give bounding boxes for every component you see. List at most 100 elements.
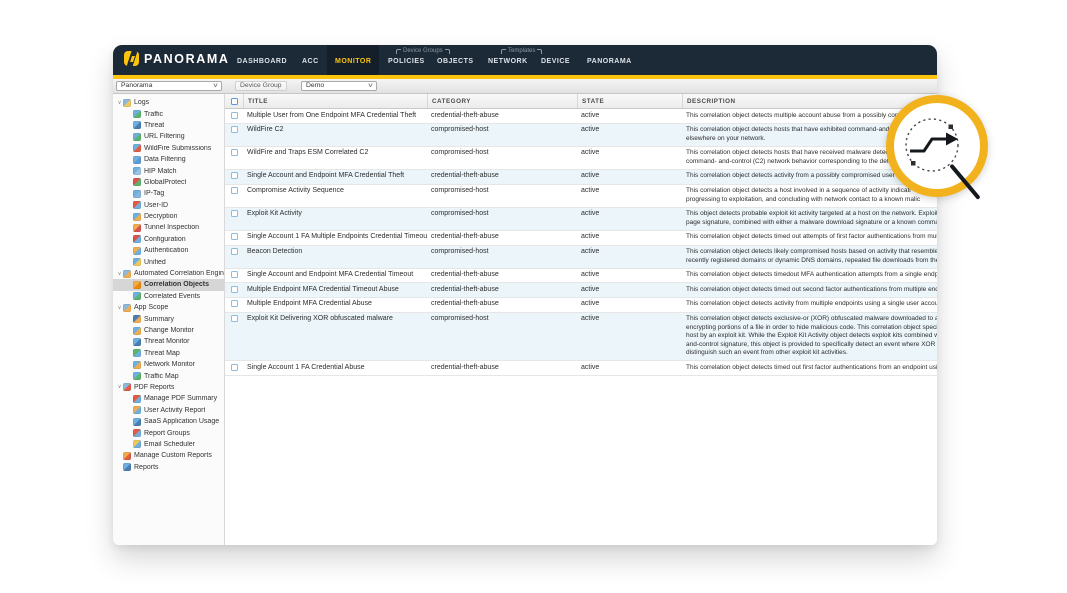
- sidebar-item-decryption[interactable]: Decryption: [113, 211, 224, 222]
- sidebar-item-hip-match[interactable]: HIP Match: [113, 165, 224, 176]
- sidebar-item-summary[interactable]: Summary: [113, 313, 224, 324]
- row-checkbox[interactable]: [231, 271, 238, 278]
- sidebar-item-ip-tag[interactable]: IP-Tag: [113, 188, 224, 199]
- tab-device[interactable]: DEVICE: [541, 58, 570, 65]
- bracket-left: [396, 49, 401, 54]
- device-group-select[interactable]: Demo v: [301, 81, 377, 91]
- sidebar-item-manage-custom-reports[interactable]: Manage Custom Reports: [113, 450, 224, 461]
- sidebar-item-label: Traffic Map: [144, 373, 179, 380]
- sidebar-item-label: HIP Match: [144, 168, 177, 175]
- row-checkbox[interactable]: [231, 149, 238, 156]
- description-line: distinguish such an event from other exp…: [686, 349, 937, 358]
- sidebar-item-tunnel-inspection[interactable]: Tunnel Inspection: [113, 222, 224, 233]
- sidebar-item-globalprotect[interactable]: GlobalProtect: [113, 177, 224, 188]
- table-row[interactable]: WildFire and Traps ESM Correlated C2comp…: [225, 147, 937, 170]
- sidebar-item-threat[interactable]: Threat: [113, 120, 224, 131]
- sidebar-item-correlated-events[interactable]: Correlated Events: [113, 291, 224, 302]
- chevron-expand-icon[interactable]: ∨: [116, 305, 123, 311]
- column-header-title[interactable]: TITLE: [243, 94, 427, 108]
- table-row[interactable]: Multiple Endpoint MFA Credential Abusecr…: [225, 298, 937, 313]
- row-checkbox[interactable]: [231, 248, 238, 255]
- tab-acc[interactable]: ACC: [302, 58, 319, 65]
- cell-category: compromised-host: [427, 124, 577, 136]
- row-checkbox[interactable]: [231, 172, 238, 179]
- column-header-state[interactable]: STATE: [577, 94, 682, 108]
- sidebar-item-user-activity-report[interactable]: User Activity Report: [113, 405, 224, 416]
- sidebar-item-traffic-map[interactable]: Traffic Map: [113, 370, 224, 381]
- tab-monitor[interactable]: MONITOR: [335, 58, 371, 65]
- configuration-icon: [133, 235, 141, 243]
- sidebar-item-network-monitor[interactable]: Network Monitor: [113, 359, 224, 370]
- sidebar-item-unified[interactable]: Unified: [113, 256, 224, 267]
- sidebar-item-automated-correlation-engine[interactable]: ∨Automated Correlation Engine: [113, 268, 224, 279]
- table-row[interactable]: Multiple Endpoint MFA Credential Timeout…: [225, 283, 937, 298]
- sidebar-item-authentication[interactable]: Authentication: [113, 245, 224, 256]
- sidebar-item-url-filtering[interactable]: URL Filtering: [113, 131, 224, 142]
- cell-category: compromised-host: [427, 246, 577, 258]
- sidebar-item-configuration[interactable]: Configuration: [113, 234, 224, 245]
- select-all-checkbox[interactable]: [231, 98, 238, 105]
- row-checkbox-cell: [225, 269, 243, 279]
- chevron-expand-icon[interactable]: ∨: [116, 100, 123, 106]
- tab-panorama[interactable]: PANORAMA: [587, 58, 632, 65]
- row-checkbox[interactable]: [231, 364, 238, 371]
- sidebar-item-label: Data Filtering: [144, 156, 186, 163]
- row-checkbox[interactable]: [231, 210, 238, 217]
- row-checkbox[interactable]: [231, 300, 238, 307]
- context-select[interactable]: Panorama v: [116, 81, 222, 91]
- column-header-category[interactable]: CATEGORY: [427, 94, 577, 108]
- sidebar-item-label: Reports: [134, 464, 159, 471]
- sidebar-item-correlation-objects[interactable]: Correlation Objects: [113, 279, 224, 290]
- panorama-app-window: PANORAMA DASHBOARD ACC MONITOR POLICIES …: [113, 45, 937, 545]
- tab-dashboard[interactable]: DASHBOARD: [237, 58, 287, 65]
- cell-title: Beacon Detection: [243, 246, 427, 258]
- sidebar-item-label: Logs: [134, 99, 149, 106]
- sidebar-item-threat-map[interactable]: Threat Map: [113, 348, 224, 359]
- sidebar-item-app-scope[interactable]: ∨App Scope: [113, 302, 224, 313]
- row-checkbox[interactable]: [231, 315, 238, 322]
- tab-objects[interactable]: OBJECTS: [437, 58, 474, 65]
- cell-category: compromised-host: [427, 313, 577, 325]
- folder-logs-icon: [123, 99, 131, 107]
- tab-policies[interactable]: POLICIES: [388, 58, 425, 65]
- sidebar-item-change-monitor[interactable]: Change Monitor: [113, 325, 224, 336]
- threat-icon: [133, 121, 141, 129]
- row-checkbox[interactable]: [231, 187, 238, 194]
- sidebar-item-user-id[interactable]: User-ID: [113, 200, 224, 211]
- sidebar-item-pdf-reports[interactable]: ∨PDF Reports: [113, 382, 224, 393]
- sidebar-item-saas-application-usage[interactable]: SaaS Application Usage: [113, 416, 224, 427]
- cell-description: This correlation object detects timedout…: [682, 269, 937, 283]
- table-row[interactable]: Multiple User from One Endpoint MFA Cred…: [225, 109, 937, 124]
- table-row[interactable]: Compromise Activity Sequencecompromised-…: [225, 185, 937, 208]
- cell-state: active: [577, 147, 682, 159]
- sidebar-item-threat-monitor[interactable]: Threat Monitor: [113, 336, 224, 347]
- table-row[interactable]: WildFire C2compromised-hostactiveThis co…: [225, 124, 937, 147]
- sidebar-item-reports[interactable]: Reports: [113, 462, 224, 473]
- chevron-expand-icon[interactable]: ∨: [116, 271, 123, 277]
- sidebar-item-wildfire-submissions[interactable]: WildFire Submissions: [113, 143, 224, 154]
- row-checkbox[interactable]: [231, 126, 238, 133]
- tab-network[interactable]: NETWORK: [488, 58, 528, 65]
- row-checkbox[interactable]: [231, 233, 238, 240]
- sidebar-item-email-scheduler[interactable]: Email Scheduler: [113, 439, 224, 450]
- sidebar-item-label: Tunnel Inspection: [144, 224, 199, 231]
- chevron-expand-icon[interactable]: ∨: [116, 384, 123, 390]
- table-row[interactable]: Beacon Detectioncompromised-hostactiveTh…: [225, 246, 937, 269]
- correlation-objects-panel: TITLE CATEGORY STATE DESCRIPTION Multipl…: [225, 94, 937, 545]
- sidebar-item-manage-pdf-summary[interactable]: Manage PDF Summary: [113, 393, 224, 404]
- table-row[interactable]: Single Account 1 FA Credential Abusecred…: [225, 361, 937, 376]
- sidebar-item-data-filtering[interactable]: Data Filtering: [113, 154, 224, 165]
- table-row[interactable]: Single Account and Endpoint MFA Credenti…: [225, 170, 937, 185]
- sidebar-item-logs[interactable]: ∨ Logs: [113, 97, 224, 108]
- row-checkbox-cell: [225, 170, 243, 180]
- cell-title: WildFire and Traps ESM Correlated C2: [243, 147, 427, 159]
- sidebar-item-traffic[interactable]: Traffic: [113, 108, 224, 119]
- table-row[interactable]: Exploit Kit Activitycompromised-hostacti…: [225, 208, 937, 231]
- sidebar-item-report-groups[interactable]: Report Groups: [113, 427, 224, 438]
- table-row[interactable]: Single Account and Endpoint MFA Credenti…: [225, 269, 937, 284]
- row-checkbox[interactable]: [231, 112, 238, 119]
- tunnel-inspection-icon: [133, 224, 141, 232]
- row-checkbox[interactable]: [231, 286, 238, 293]
- table-row[interactable]: Single Account 1 FA Multiple Endpoints C…: [225, 231, 937, 246]
- table-row[interactable]: Exploit Kit Delivering XOR obfuscated ma…: [225, 313, 937, 362]
